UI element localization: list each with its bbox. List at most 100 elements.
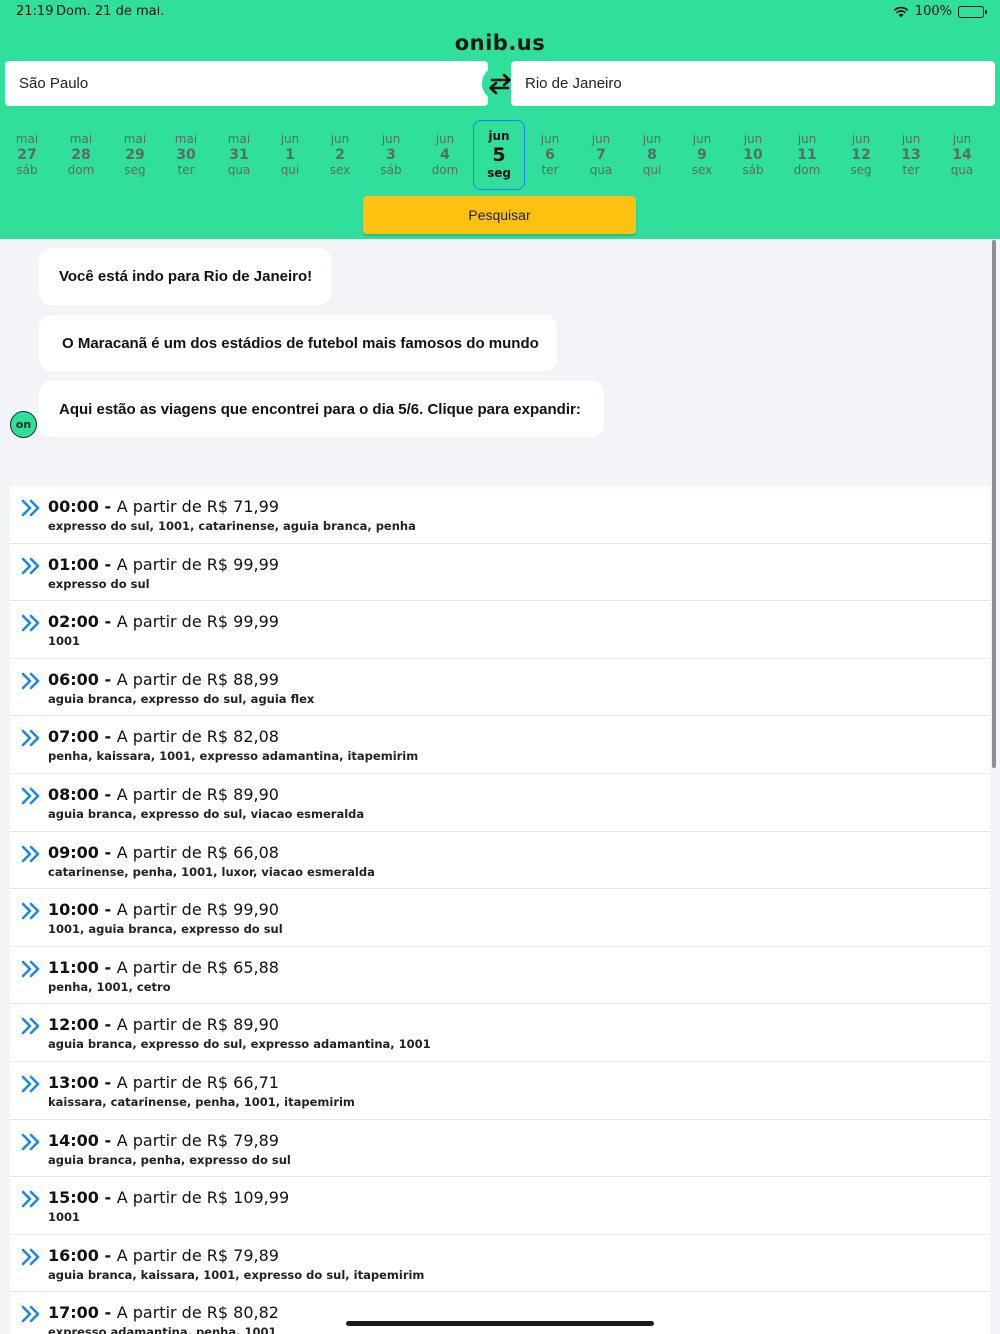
date-jun-13[interactable]: jun 13 ter (886, 120, 936, 190)
date-jun-11[interactable]: jun 11 dom (782, 120, 832, 190)
app-logo: onib.us (454, 31, 546, 55)
trip-price: A partir de R$ 109,99 (116, 1188, 290, 1208)
date-weekday: ter (177, 163, 195, 177)
date-jun-8[interactable]: jun 8 qui (627, 120, 677, 190)
date-month: jun (797, 132, 817, 146)
date-mai-27[interactable]: mai 27 sáb (2, 120, 52, 190)
trip-row[interactable]: 11:00 - A partir de R$ 65,88 penha, 1001,… (10, 946, 990, 1005)
date-jun-7[interactable]: jun 7 qua (576, 120, 626, 190)
date-mai-31[interactable]: mai 31 qua (214, 120, 264, 190)
trip-time: 15:00 (48, 1188, 99, 1208)
trip-separator: - (98, 612, 117, 632)
trip-summary: 17:00 - A partir de R$ 80,82 (48, 1303, 279, 1322)
trip-time: 07:00 (48, 727, 99, 747)
trip-row[interactable]: 02:00 - A partir de R$ 99,99 1001 (10, 601, 990, 659)
trip-price: A partir de R$ 79,89 (116, 1245, 279, 1265)
trip-time: 10:00 (48, 900, 99, 920)
date-month: mai (174, 132, 198, 146)
search-button[interactable]: Pesquisar (363, 196, 636, 234)
trip-row[interactable]: 08:00 - A partir de R$ 89,90 aguia branca… (10, 773, 990, 832)
date-weekday: qua (589, 163, 613, 177)
date-jun-1[interactable]: jun 1 qui (265, 120, 315, 190)
trip-row[interactable]: 09:00 - A partir de R$ 66,08 catarinense,… (10, 831, 990, 890)
trip-summary: 09:00 - A partir de R$ 66,08 (48, 843, 279, 862)
trip-separator: - (98, 957, 117, 977)
status-indicators: 100% (893, 4, 987, 19)
date-weekday: sáb (16, 163, 38, 177)
chat-message: O Maracanã é um dos estádios de futebol … (39, 315, 557, 371)
date-weekday: qui (280, 163, 300, 177)
trip-row[interactable]: 16:00 - A partir de R$ 79,89 aguia branca… (10, 1234, 990, 1293)
date-month: jun (692, 132, 712, 146)
date-day: 5 (492, 144, 506, 166)
date-month: mai (123, 132, 147, 146)
date-mai-28[interactable]: mai 28 dom (56, 120, 106, 190)
trip-operators: aguia branca, kaissara, 1001, expresso d… (48, 1267, 425, 1282)
trip-time: 17:00 (48, 1303, 99, 1323)
date-jun-3[interactable]: jun 3 sáb (366, 120, 416, 190)
trip-row[interactable]: 07:00 - A partir de R$ 82,08 penha, kaiss… (10, 716, 990, 774)
date-weekday: dom (67, 163, 95, 177)
trip-summary: 01:00 - A partir de R$ 99,99 (48, 555, 279, 574)
home-indicator[interactable] (346, 1321, 654, 1326)
date-mai-29[interactable]: mai 29 seg (110, 120, 160, 190)
expand-chevron-icon (21, 845, 40, 862)
date-weekday: qui (642, 163, 662, 177)
date-jun-14[interactable]: jun 14 qua (937, 120, 987, 190)
date-jun-5[interactable]: jun 5 seg (473, 120, 525, 190)
trip-operators: aguia branca, expresso do sul, aguia fle… (48, 691, 315, 706)
chat-message: Aqui estão as viagens que encontrei para… (39, 381, 604, 437)
trip-summary: 10:00 - A partir de R$ 99,90 (48, 900, 279, 919)
date-jun-6[interactable]: jun 6 ter (525, 120, 575, 190)
date-month: jun (488, 129, 510, 143)
trip-price: A partir de R$ 89,90 (116, 1015, 279, 1035)
trip-operators: aguia branca, expresso do sul, viacao es… (48, 806, 365, 821)
trip-row[interactable]: 06:00 - A partir de R$ 88,99 aguia branca… (10, 658, 990, 717)
trip-operators: kaissara, catarinense, penha, 1001, itap… (48, 1094, 355, 1109)
expand-chevron-icon (21, 902, 40, 920)
status-bar: 21:19 Dom. 21 de mai. 100% (0, 0, 1000, 24)
trip-row[interactable]: 01:00 - A partir de R$ 99,99 expresso do … (10, 543, 990, 602)
trip-operators: catarinense, penha, 1001, luxor, viacao … (48, 864, 375, 879)
origin-input[interactable] (5, 61, 488, 106)
trip-row[interactable]: 17:00 - A partir de R$ 80,82 expresso ada… (10, 1292, 990, 1334)
trip-operators: aguia branca, penha, expresso do sul (48, 1152, 291, 1167)
scrollbar[interactable] (992, 240, 996, 768)
trip-price: A partir de R$ 88,99 (116, 669, 279, 689)
date-mai-30[interactable]: mai 30 ter (161, 120, 211, 190)
bot-avatar: on (10, 411, 37, 438)
trip-row[interactable]: 13:00 - A partir de R$ 66,71 kaissara, ca… (10, 1061, 990, 1120)
date-jun-9[interactable]: jun 9 sex (677, 120, 727, 190)
trip-row[interactable]: 15:00 - A partir de R$ 109,99 1001 (10, 1177, 990, 1235)
date-month: jun (435, 132, 455, 146)
date-jun-10[interactable]: jun 10 sáb (728, 120, 778, 190)
date-day: 29 (125, 147, 145, 163)
expand-chevron-icon (21, 1075, 40, 1093)
trip-price: A partir de R$ 79,89 (116, 1130, 279, 1150)
date-month: mai (227, 132, 251, 146)
expand-chevron-icon (21, 672, 40, 690)
trip-price: A partir de R$ 89,90 (116, 784, 279, 804)
date-jun-12[interactable]: jun 12 seg (836, 120, 886, 190)
trip-summary: 14:00 - A partir de R$ 79,89 (48, 1131, 279, 1150)
trip-operators: aguia branca, expresso do sul, expresso … (48, 1037, 431, 1052)
trip-row[interactable]: 12:00 - A partir de R$ 89,90 aguia branca… (10, 1004, 990, 1062)
date-month: mai (69, 132, 93, 146)
expand-chevron-icon (21, 1190, 40, 1208)
date-day: 12 (851, 147, 871, 163)
trip-row[interactable]: 00:00 - A partir de R$ 71,99 expresso do … (10, 486, 990, 544)
date-day: 3 (386, 147, 396, 163)
date-jun-2[interactable]: jun 2 sex (315, 120, 365, 190)
trip-separator: - (98, 1015, 117, 1035)
trip-time: 01:00 (48, 554, 99, 574)
trip-operators: penha, kaissara, 1001, expresso adamanti… (48, 749, 419, 764)
date-jun-4[interactable]: jun 4 dom (420, 120, 470, 190)
trip-time: 16:00 (48, 1245, 99, 1265)
trip-separator: - (98, 842, 117, 862)
trip-price: A partir de R$ 80,82 (116, 1303, 279, 1323)
trip-operators: 1001 (48, 1210, 81, 1225)
wifi-icon (893, 6, 909, 17)
trip-row[interactable]: 14:00 - A partir de R$ 79,89 aguia branca… (10, 1119, 990, 1178)
trip-row[interactable]: 10:00 - A partir de R$ 99,90 1001, aguia … (10, 889, 990, 947)
destination-input[interactable] (511, 61, 995, 106)
